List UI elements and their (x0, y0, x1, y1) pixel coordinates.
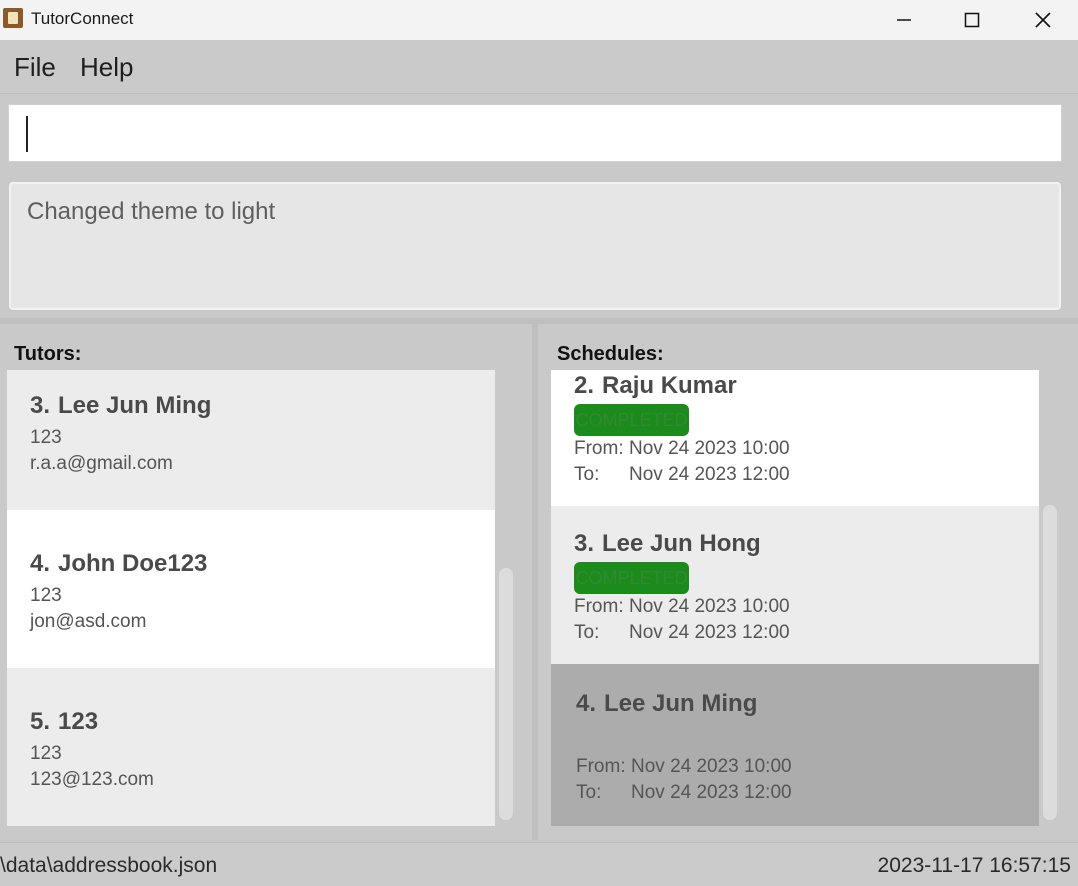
tutor-card[interactable]: 4. John Doe123 123 jon@asd.com (7, 510, 495, 668)
close-icon (1035, 12, 1051, 28)
tutor-email: r.a.a@gmail.com (30, 453, 173, 474)
status-badge: COMPLETED (574, 404, 689, 436)
tutors-label: Tutors: (14, 343, 82, 365)
command-input[interactable] (8, 104, 1062, 162)
schedule-card[interactable]: 3. Lee Jun Hong COMPLETED From: Nov 24 202… (551, 506, 1039, 664)
schedule-to: To: Nov 24 2023 12:00 (574, 622, 790, 644)
schedule-tutor-name: 2. Raju Kumar (574, 372, 737, 400)
tutor-list[interactable]: 3. Lee Jun Ming 123 r.a.a@gmail.com 4. Joh… (7, 370, 495, 826)
status-badge: COMPLETED (574, 562, 689, 594)
status-timestamp: 2023-11-17 16:57:15 (877, 854, 1071, 877)
maximize-icon (964, 12, 980, 28)
to-label: To: (574, 622, 600, 643)
tutor-index: 3. (30, 392, 51, 419)
tutor-email: 123@123.com (30, 769, 154, 790)
from-value: Nov 24 2023 10:00 (631, 756, 792, 777)
app-title: TutorConnect (31, 9, 134, 28)
to-value: Nov 24 2023 12:00 (631, 782, 792, 803)
app-icon (3, 8, 23, 28)
tutor-phone: 123 (30, 427, 62, 448)
schedule-index: 3. (574, 530, 595, 557)
tutor-list-scrollbar[interactable] (499, 568, 513, 820)
from-label: From: (574, 596, 624, 617)
result-display[interactable]: Changed theme to light (9, 182, 1061, 310)
to-label: To: (576, 782, 602, 803)
schedule-from: From: Nov 24 2023 10:00 (576, 756, 792, 778)
tutor-name: 5. 123 (30, 708, 98, 736)
from-value: Nov 24 2023 10:00 (629, 438, 790, 459)
schedule-to: To: Nov 24 2023 12:00 (574, 464, 790, 486)
schedule-list[interactable]: 2. Raju Kumar COMPLETED From: Nov 24 2023 … (551, 370, 1039, 826)
tutor-index: 4. (30, 550, 51, 577)
tutor-card[interactable]: 5. 123 123 123@123.com (7, 668, 495, 826)
from-label: From: (574, 438, 624, 459)
schedules-label: Schedules: (557, 343, 664, 365)
minimize-button[interactable] (870, 0, 938, 40)
schedule-card-selected[interactable]: 4. Lee Jun Ming From: Nov 24 2023 10:00 To… (551, 664, 1039, 826)
schedule-index: 4. (576, 690, 597, 717)
text-caret (26, 116, 28, 152)
tutor-name-text: Lee Jun Ming (58, 392, 212, 419)
status-bar: \data\addressbook.json 2023-11-17 16:57:… (0, 842, 1078, 886)
menu-help[interactable]: Help (80, 52, 133, 83)
result-message: Changed theme to light (27, 198, 276, 225)
panel-divider[interactable] (532, 324, 538, 840)
from-label: From: (576, 756, 626, 777)
tutor-name-text: 123 (58, 708, 99, 735)
tutor-index: 5. (30, 708, 51, 735)
menu-file[interactable]: File (14, 52, 56, 83)
tutor-phone: 123 (30, 743, 62, 764)
schedule-card[interactable]: 2. Raju Kumar COMPLETED From: Nov 24 2023 … (551, 370, 1039, 506)
tutor-name: 4. John Doe123 (30, 550, 207, 578)
schedule-to: To: Nov 24 2023 12:00 (576, 782, 792, 804)
maximize-button[interactable] (938, 0, 1006, 40)
to-value: Nov 24 2023 12:00 (629, 464, 790, 485)
schedule-list-scrollbar[interactable] (1043, 505, 1057, 820)
horizontal-divider (0, 318, 1078, 324)
schedule-tutor-name: 4. Lee Jun Ming (576, 690, 757, 718)
tutor-name: 3. Lee Jun Ming (30, 392, 211, 420)
to-label: To: (574, 464, 600, 485)
schedule-name-text: Lee Jun Hong (602, 530, 761, 557)
tutor-card[interactable]: 3. Lee Jun Ming 123 r.a.a@gmail.com (7, 370, 495, 510)
tutor-phone: 123 (30, 585, 62, 606)
minimize-icon (897, 19, 911, 21)
tutor-email: jon@asd.com (30, 611, 147, 632)
schedule-from: From: Nov 24 2023 10:00 (574, 438, 790, 460)
schedule-name-text: Raju Kumar (602, 372, 737, 399)
close-button[interactable] (1009, 0, 1077, 40)
from-value: Nov 24 2023 10:00 (629, 596, 790, 617)
tutor-name-text: John Doe123 (58, 550, 208, 577)
schedule-index: 2. (574, 372, 595, 399)
schedule-tutor-name: 3. Lee Jun Hong (574, 530, 761, 558)
schedule-name-text: Lee Jun Ming (604, 690, 758, 717)
to-value: Nov 24 2023 12:00 (629, 622, 790, 643)
save-file-path: \data\addressbook.json (0, 854, 218, 877)
title-bar: TutorConnect (0, 0, 1078, 40)
menu-bar: File Help (0, 40, 1078, 94)
schedule-from: From: Nov 24 2023 10:00 (574, 596, 790, 618)
